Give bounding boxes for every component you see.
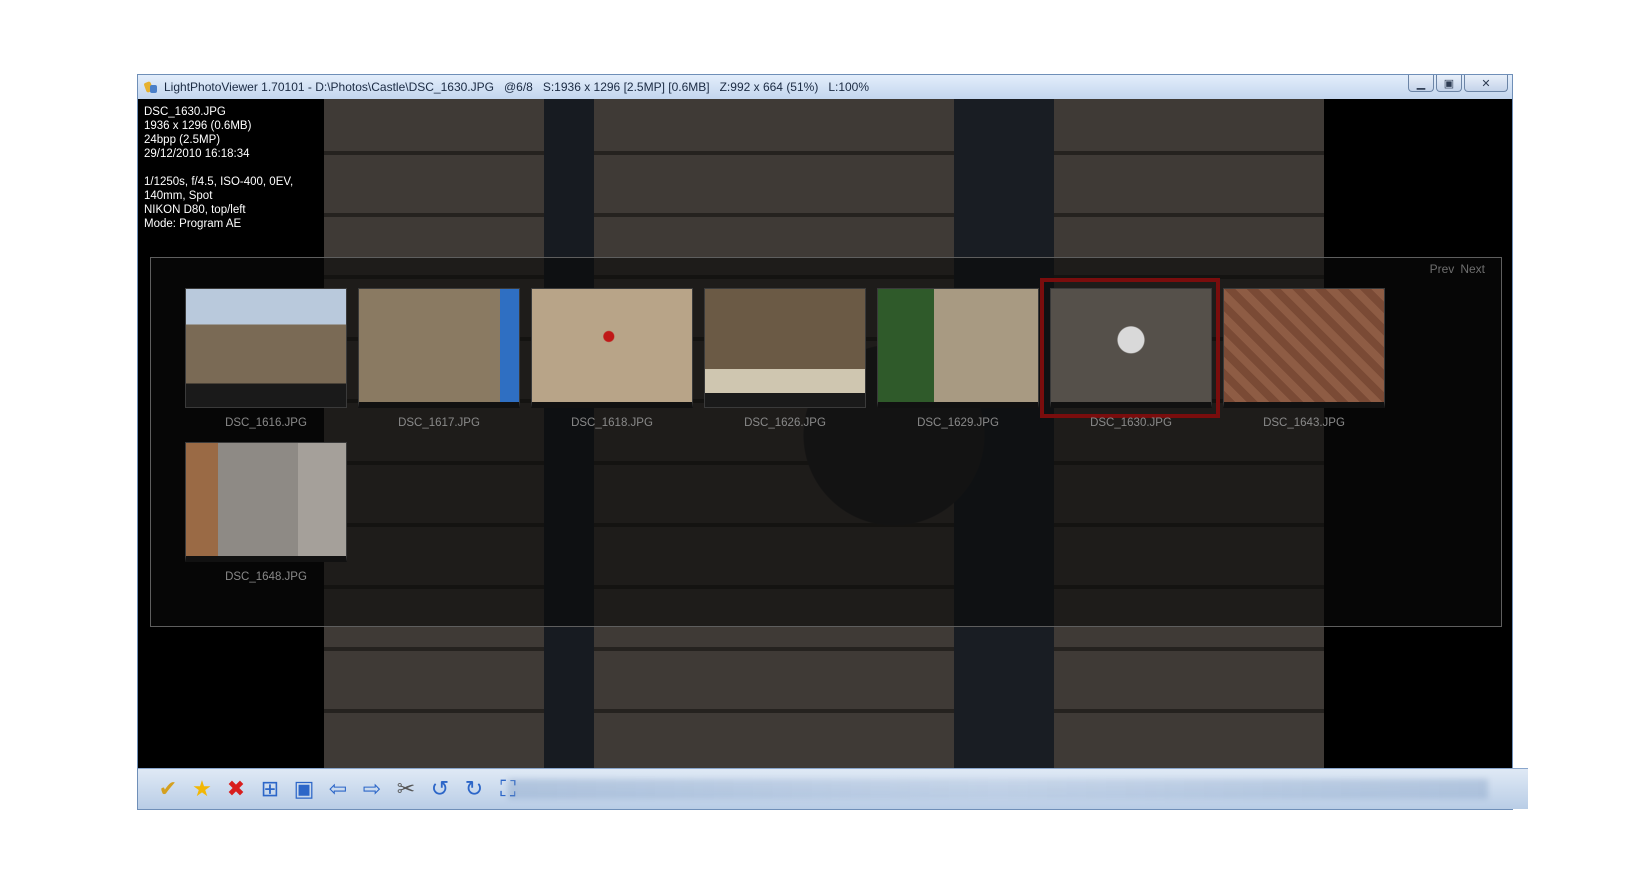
app-window: LightPhotoViewer 1.70101 - D:\Photos\Cas… <box>137 74 1528 810</box>
tools-icon[interactable]: ✂ <box>392 775 420 803</box>
app-logo-icon <box>144 80 158 94</box>
info-line: 24bpp (2.5MP) <box>144 134 221 146</box>
gallery-pager: Prev Next <box>1430 262 1485 276</box>
info-line: ​ <box>144 161 293 175</box>
title-bar[interactable]: LightPhotoViewer 1.70101 - D:\Photos\Cas… <box>138 75 1512 100</box>
thumbnail-item[interactable]: DSC_1643.JPG <box>1223 288 1385 430</box>
rotate-left-icon[interactable]: ↺ <box>426 775 454 803</box>
thumbnail-image[interactable] <box>704 288 866 408</box>
taskbar-background <box>508 779 1488 799</box>
bottom-toolbar: ✔ ★ ✖ ⊞ ▣ ⇦ ⇨ ✂ ↺ ↻ ⛶ <box>138 768 1528 809</box>
image-icon[interactable]: ▣ <box>290 775 318 803</box>
thumbnail-image[interactable] <box>877 288 1039 408</box>
thumbnail-caption: DSC_1616.JPG <box>225 417 307 429</box>
thumbnail-caption: DSC_1648.JPG <box>225 571 307 583</box>
thumbnail-caption: DSC_1629.JPG <box>917 417 999 429</box>
info-line: 1/1250s, f/4.5, ISO-400, 0EV, <box>144 176 294 188</box>
thumbnail-gallery: Prev Next DSC_1616.JPG DSC_1617.JPG DSC_… <box>150 257 1502 627</box>
star-icon[interactable]: ★ <box>188 775 216 803</box>
thumbnail-caption: DSC_1626.JPG <box>744 417 826 429</box>
thumbnail-item[interactable]: DSC_1616.JPG <box>185 288 347 430</box>
thumbnail-caption: DSC_1643.JPG <box>1263 417 1345 429</box>
maximize-button[interactable]: ▣ <box>1436 75 1462 92</box>
info-line: 29/12/2010 16:18:34 <box>144 148 250 160</box>
info-line: 140mm, Spot <box>144 190 213 202</box>
minimize-button[interactable]: ▁ <box>1408 75 1434 92</box>
info-line: 1936 x 1296 (0.6MB) <box>144 120 252 132</box>
info-line: DSC_1630.JPG <box>144 106 226 118</box>
shield-check-icon[interactable]: ✔ <box>154 775 182 803</box>
window-controls: ▁ ▣ ✕ <box>1408 75 1508 92</box>
grid-icon[interactable]: ⊞ <box>256 775 284 803</box>
exif-info-panel: DSC_1630.JPG 1936 x 1296 (0.6MB) 24bpp (… <box>144 105 293 231</box>
thumbnail-item[interactable]: DSC_1626.JPG <box>704 288 866 430</box>
delete-icon[interactable]: ✖ <box>222 775 250 803</box>
thumbnail-caption: DSC_1618.JPG <box>571 417 653 429</box>
thumbnail-image[interactable] <box>358 288 520 408</box>
info-line: NIKON D80, top/left <box>144 204 246 216</box>
prev-link[interactable]: Prev <box>1430 262 1455 276</box>
thumbnail-image[interactable] <box>1050 288 1212 408</box>
thumbnail-image[interactable] <box>185 288 347 408</box>
info-line: Mode: Program AE <box>144 218 242 230</box>
arrow-left-icon[interactable]: ⇦ <box>324 775 352 803</box>
image-viewer[interactable]: DSC_1630.JPG 1936 x 1296 (0.6MB) 24bpp (… <box>138 99 1512 771</box>
thumbnail-item[interactable]: DSC_1617.JPG <box>358 288 520 430</box>
thumbnail-image[interactable] <box>185 442 347 562</box>
thumbnail-image[interactable] <box>1223 288 1385 408</box>
thumbnail-caption: DSC_1617.JPG <box>398 417 480 429</box>
thumbnail-image[interactable] <box>531 288 693 408</box>
thumbnail-item[interactable]: DSC_1648.JPG <box>185 442 347 584</box>
thumbnail-item[interactable]: DSC_1618.JPG <box>531 288 693 430</box>
thumbnail-caption: DSC_1630.JPG <box>1090 417 1172 429</box>
arrow-right-icon[interactable]: ⇨ <box>358 775 386 803</box>
next-link[interactable]: Next <box>1460 262 1485 276</box>
close-button[interactable]: ✕ <box>1464 75 1508 92</box>
thumbnail-item-selected[interactable]: DSC_1630.JPG <box>1040 278 1220 430</box>
window-title: LightPhotoViewer 1.70101 - D:\Photos\Cas… <box>164 80 870 94</box>
thumbnail-item[interactable]: DSC_1629.JPG <box>877 288 1039 430</box>
rotate-right-icon[interactable]: ↻ <box>460 775 488 803</box>
